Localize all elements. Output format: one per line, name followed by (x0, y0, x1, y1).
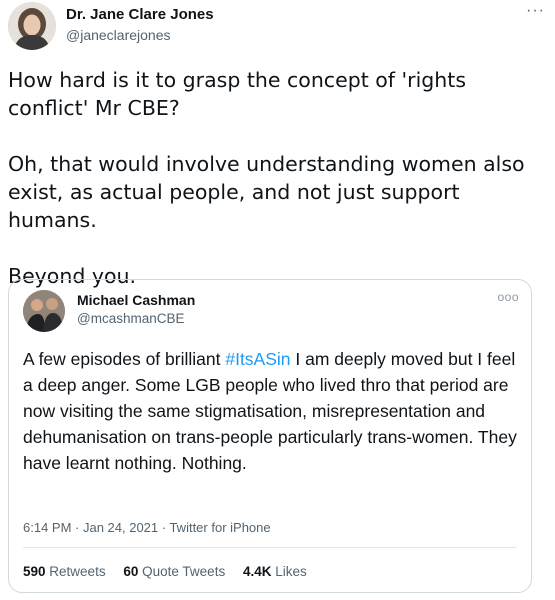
quotes-stat[interactable]: 60 Quote Tweets (123, 564, 225, 579)
divider (23, 547, 517, 548)
avatar[interactable] (8, 2, 56, 50)
quoted-avatar[interactable] (23, 290, 65, 332)
quotes-label: Quote Tweets (142, 564, 226, 579)
engagement-stats: 590 Retweets 60 Quote Tweets 4.4K Likes (23, 564, 321, 579)
hashtag-link[interactable]: #ItsASin (225, 349, 290, 369)
more-options-icon[interactable]: ··· (526, 2, 545, 20)
quoted-author-handle[interactable]: @mcashmanCBE (77, 311, 185, 326)
quoted-text-part: A few episodes of brilliant (23, 349, 226, 369)
quoted-tweet-text: A few episodes of brilliant #ItsASin I a… (23, 346, 523, 476)
likes-stat[interactable]: 4.4K Likes (243, 564, 307, 579)
quoted-avatar-photo (23, 290, 65, 332)
retweets-label: Retweets (49, 564, 106, 579)
retweets-count: 590 (23, 564, 46, 579)
quoted-author-name[interactable]: Michael Cashman (77, 292, 195, 308)
tweet-paragraph: Oh, that would involve understanding wom… (8, 152, 525, 232)
quoted-timestamp[interactable]: 6:14 PM · Jan 24, 2021 · Twitter for iPh… (23, 520, 271, 535)
likes-count: 4.4K (242, 564, 272, 579)
tweet-paragraph: How hard is it to grasp the concept of '… (8, 68, 467, 120)
likes-label: Likes (275, 564, 307, 579)
author-name[interactable]: Dr. Jane Clare Jones (66, 6, 214, 23)
quoted-more-options-icon[interactable]: ooo (497, 290, 519, 304)
quotes-count: 60 (123, 564, 139, 579)
quoted-tweet[interactable]: Michael Cashman @mcashmanCBE ooo A few e… (8, 279, 532, 593)
retweets-stat[interactable]: 590 Retweets (23, 564, 106, 579)
avatar-photo (8, 2, 56, 50)
author-handle[interactable]: @janeclarejones (66, 27, 171, 43)
